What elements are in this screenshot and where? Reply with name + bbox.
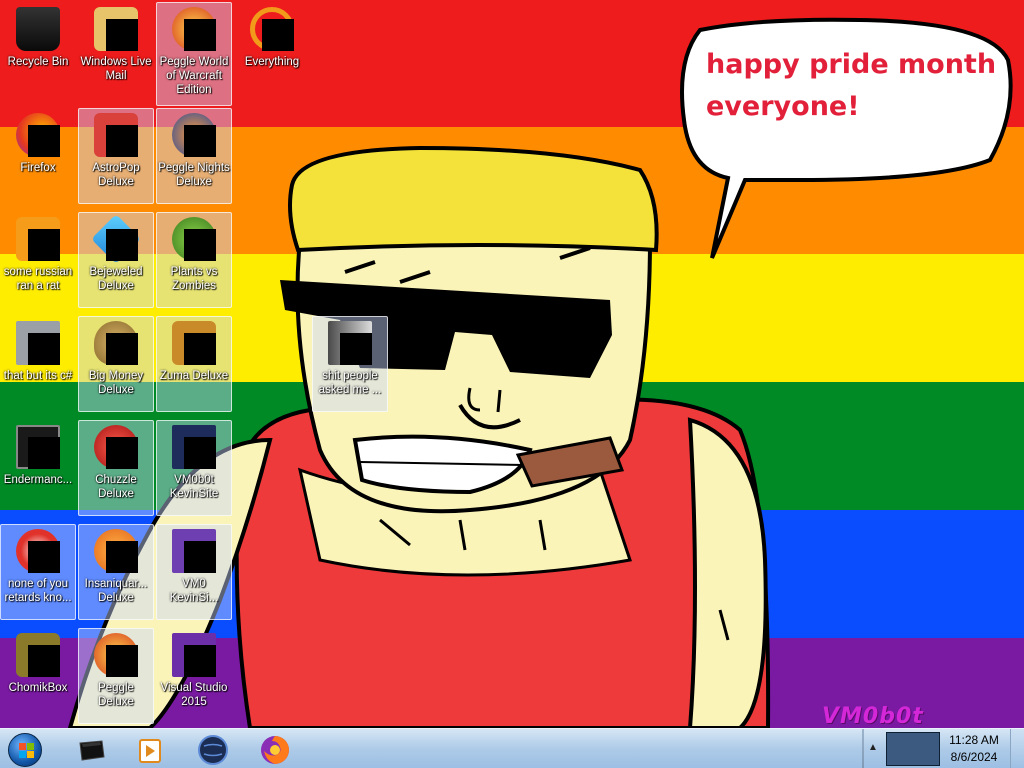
icon-label: Firefox — [20, 162, 56, 174]
desktop-icon-peggle-deluxe[interactable]: Peggle Deluxe — [78, 628, 154, 724]
desktop-icon-vm0b0t-kevinsite[interactable]: VM0b0t KevinSite — [156, 420, 232, 516]
media-icon — [14, 527, 62, 575]
speech-line-1: happy pride month — [706, 49, 997, 80]
money-bag-icon — [92, 319, 140, 367]
chomikbox-icon — [14, 631, 62, 679]
file-icon — [326, 319, 374, 367]
taskbar-pinned-globe[interactable] — [184, 731, 240, 767]
desktop-icon-chomikbox[interactable]: ChomikBox — [0, 628, 76, 724]
icon-label: Visual Studio 2015 — [160, 682, 228, 708]
taskbar-pinned-file-explorer[interactable] — [62, 731, 118, 767]
fish-icon — [92, 527, 140, 575]
astropop-icon — [92, 111, 140, 159]
tray-divider — [862, 729, 864, 768]
desktop-icon-firefox[interactable]: Firefox — [0, 108, 76, 204]
desktop-icon-peggle-nights[interactable]: Peggle Nights Deluxe — [156, 108, 232, 204]
taskbar: ▲ 11:28 AM 8/6/2024 — [0, 728, 1024, 768]
icon-label: Peggle World of Warcraft Edition — [159, 56, 229, 96]
plant-icon — [170, 215, 218, 263]
zuma-icon — [170, 319, 218, 367]
icon-label: some russian ran a rat — [3, 266, 73, 292]
stacked-windows-icon — [14, 319, 62, 367]
taskbar-pinned-media-player[interactable] — [120, 731, 176, 767]
desktop-icon-some-russian[interactable]: some russian ran a rat — [0, 212, 76, 308]
desktop-icon-windows-live-mail[interactable]: Windows Live Mail — [78, 2, 154, 98]
mail-icon — [92, 5, 140, 53]
website-shortcut-icon — [170, 423, 218, 471]
icon-label: Peggle Nights Deluxe — [158, 162, 230, 188]
icon-label: Bejeweled Deluxe — [89, 266, 143, 292]
desktop-icon-big-money[interactable]: Big Money Deluxe — [78, 316, 154, 412]
recycle-bin-icon — [14, 5, 62, 53]
icon-label: Zuma Deluxe — [159, 370, 229, 382]
console-window-icon — [14, 423, 62, 471]
icon-label: Big Money Deluxe — [88, 370, 144, 396]
chuzzle-icon — [92, 423, 140, 471]
desktop-icon-everything[interactable]: Everything — [234, 2, 310, 98]
icon-label: Windows Live Mail — [80, 56, 152, 82]
windows-start-orb-icon — [8, 733, 42, 767]
desktop-icon-recycle-bin[interactable]: Recycle Bin — [0, 2, 76, 98]
desktop-icon-visual-studio[interactable]: Visual Studio 2015 — [156, 628, 232, 724]
desktop-icon-chuzzle[interactable]: Chuzzle Deluxe — [78, 420, 154, 516]
document-icon — [170, 527, 218, 575]
icon-label: VM0b0t KevinSite — [169, 474, 219, 500]
firefox-icon — [14, 111, 62, 159]
start-button[interactable] — [4, 731, 48, 767]
visual-studio-icon — [170, 631, 218, 679]
desktop-icon-none-of-you[interactable]: none of you retards kno... — [0, 524, 76, 620]
desktop-icon-plants-vs-zombies[interactable]: Plants vs Zombies — [156, 212, 232, 308]
taskbar-pinned-firefox[interactable] — [246, 731, 302, 767]
desktop-icon-bejeweled[interactable]: Bejeweled Deluxe — [78, 212, 154, 308]
desktop-icon-insaniquarium[interactable]: Insaniquar... Deluxe — [78, 524, 154, 620]
taskbar-clock[interactable]: 11:28 AM 8/6/2024 — [944, 732, 1004, 766]
icon-label: Peggle Deluxe — [98, 682, 134, 708]
icon-label: Plants vs Zombies — [170, 266, 218, 292]
app-icon — [14, 215, 62, 263]
icon-label: that but its c# — [3, 370, 73, 382]
gem-icon — [91, 214, 141, 264]
speech-bubble-text: happy pride month everyone! — [706, 44, 1006, 128]
show-hidden-icons-arrow-icon[interactable]: ▲ — [868, 742, 880, 756]
peggle-deluxe-icon — [92, 631, 140, 679]
icon-label: Chuzzle Deluxe — [95, 474, 137, 500]
icon-label: AstroPop Deluxe — [92, 162, 140, 188]
icon-label: shit people asked me ... — [318, 370, 382, 396]
globe-icon — [198, 735, 228, 765]
icon-label: Endermanc... — [3, 474, 73, 486]
desktop-icon-peggle-wow[interactable]: Peggle World of Warcraft Edition — [156, 2, 232, 106]
firefox-icon — [261, 736, 289, 764]
desktop-icon-zuma[interactable]: Zuma Deluxe — [156, 316, 232, 412]
icon-label: Everything — [244, 56, 300, 68]
show-desktop-button[interactable] — [1010, 729, 1024, 768]
icon-label: VM0 KevinSi... — [169, 578, 219, 604]
desktop-icon-endermanc[interactable]: Endermanc... — [0, 420, 76, 516]
icon-label: Insaniquar... Deluxe — [84, 578, 148, 604]
clock-time: 11:28 AM — [949, 733, 999, 747]
file-explorer-icon — [79, 740, 105, 761]
icon-label: ChomikBox — [8, 682, 68, 694]
desktop-icon-vm0-kevinsite[interactable]: VM0 KevinSi... — [156, 524, 232, 620]
icon-label: none of you retards kno... — [4, 578, 72, 604]
search-magnifier-icon — [248, 5, 296, 53]
speech-line-2: everyone! — [706, 91, 860, 122]
artist-signature: VM0b0t — [822, 704, 924, 728]
peggle-nights-icon — [170, 111, 218, 159]
clock-date: 8/6/2024 — [950, 750, 998, 764]
desktop-icon-astropop[interactable]: AstroPop Deluxe — [78, 108, 154, 204]
desktop-icon-that-but-csharp[interactable]: that but its c# — [0, 316, 76, 412]
peggle-icon — [170, 5, 218, 53]
desktop-icon-shit-people-asked[interactable]: shit people asked me ... — [312, 316, 388, 412]
icon-label: Recycle Bin — [7, 56, 69, 68]
tray-app-thumbnail-icon[interactable] — [886, 732, 940, 766]
media-player-icon — [139, 739, 161, 763]
